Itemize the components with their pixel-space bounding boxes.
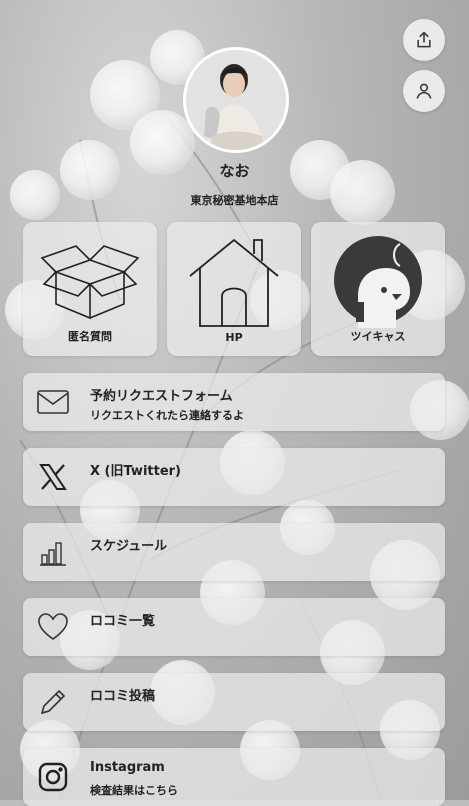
box-icon (40, 245, 140, 320)
row-title: スケジュール (90, 539, 168, 554)
row-title: ロコミ一覧 (90, 614, 156, 629)
x-logo-icon (39, 464, 67, 490)
profile-name: なお (219, 162, 250, 180)
row-x-twitter[interactable]: X (旧Twitter) (23, 448, 445, 506)
tile-label: HP (225, 331, 243, 344)
share-button[interactable] (403, 19, 445, 61)
heart-icon (38, 613, 68, 640)
row-title: Instagram (90, 760, 165, 775)
tile-anonymous-question[interactable]: 匿名質問 (23, 222, 157, 356)
row-schedule[interactable]: スケジュール (23, 523, 445, 581)
row-subtitle: 検査結果はこちら (90, 784, 178, 797)
row-instagram[interactable]: Instagram 検査結果はこちら (23, 748, 445, 806)
shop-name: 東京秘密基地本店 (190, 194, 279, 207)
row-post-review[interactable]: ロコミ投稿 (23, 673, 445, 731)
mail-icon (37, 390, 69, 414)
pencil-icon (40, 689, 66, 715)
avatar (183, 47, 289, 153)
twitcasting-icon (334, 236, 422, 328)
profile-button[interactable] (403, 70, 445, 112)
row-title: ロコミ投稿 (90, 689, 156, 704)
house-icon (189, 238, 279, 327)
row-reservation-form[interactable]: 予約リクエストフォーム リクエストくれたら連絡するよ (23, 373, 445, 431)
share-icon (417, 31, 431, 48)
user-icon (416, 83, 432, 99)
row-title: 予約リクエストフォーム (90, 389, 233, 404)
tile-label: ツイキャス (350, 330, 406, 343)
tile-homepage[interactable]: HP (167, 222, 301, 356)
row-title: X (旧Twitter) (90, 464, 181, 479)
row-reviews-list[interactable]: ロコミ一覧 (23, 598, 445, 656)
row-subtitle: リクエストくれたら連絡するよ (90, 409, 244, 422)
tile-twitcasting[interactable]: ツイキャス (311, 222, 445, 356)
instagram-icon (38, 762, 68, 792)
tile-label: 匿名質問 (68, 330, 112, 343)
bar-chart-icon (40, 542, 66, 566)
